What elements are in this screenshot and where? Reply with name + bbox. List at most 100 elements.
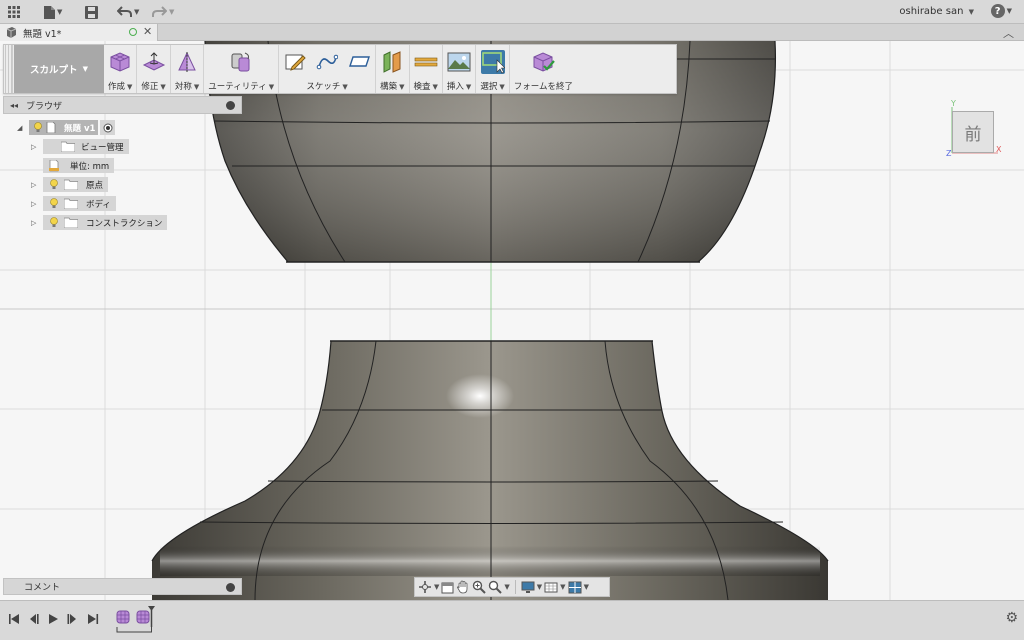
expanded-triangle-icon[interactable]: ◢ — [17, 124, 29, 132]
modify-menu[interactable]: 修正 ▼ — [137, 45, 171, 93]
tree-item-origin[interactable]: ▷ 原点 — [31, 177, 109, 192]
measure-icon — [414, 50, 438, 74]
zoom-icon — [473, 580, 487, 594]
folder-icon — [61, 141, 75, 152]
visibility-bulb-icon[interactable] — [32, 121, 44, 134]
play-button[interactable] — [47, 612, 59, 626]
pan-button[interactable] — [456, 579, 470, 595]
sketch-menu[interactable]: スケッチ ▼ — [279, 45, 377, 93]
user-menu[interactable]: oshirabe san ▼ — [899, 6, 974, 17]
chevron-up-icon[interactable]: ︿ — [1003, 25, 1014, 41]
component-icon — [6, 27, 17, 38]
save-icon — [85, 5, 98, 19]
tree-item-label: 無題 v1 — [64, 123, 96, 134]
toolbar-grip[interactable] — [5, 45, 13, 93]
view-cube-front-face[interactable]: 前 — [952, 111, 994, 153]
folder-icon — [64, 198, 78, 209]
chevron-down-icon: ▼ — [465, 83, 472, 91]
chevron-down-icon: ▼ — [434, 583, 440, 591]
help-button[interactable]: ? ▼ — [990, 4, 1012, 18]
online-status-icon — [129, 28, 137, 36]
navigation-bar: ▼ ▼ ▼ ▼ ▼ — [414, 577, 610, 597]
fit-button[interactable]: ▼ — [488, 579, 510, 595]
tree-item-root[interactable]: ◢ 無題 v1 — [17, 120, 116, 135]
visibility-bulb-icon[interactable] — [48, 178, 60, 191]
canvas-viewport[interactable]: Y X Z 前 — [0, 41, 1024, 600]
step-forward-button[interactable] — [67, 612, 79, 626]
save-button[interactable] — [85, 4, 98, 20]
chevron-down-icon: ▼ — [127, 83, 133, 91]
finish-form-button[interactable]: フォームを終了 — [510, 45, 577, 93]
tree-item-view-management[interactable]: ▷ ビュー管理 — [31, 139, 129, 154]
file-menu-button[interactable]: ▼ — [44, 4, 62, 20]
axis-x-label: X — [996, 145, 1002, 154]
view-cube[interactable]: Y X Z 前 — [946, 99, 1006, 159]
comments-panel-header[interactable]: コメント — [3, 578, 242, 595]
insert-menu[interactable]: 挿入 ▼ — [443, 45, 477, 93]
go-to-end-button[interactable] — [87, 612, 99, 626]
document-tab[interactable]: 無題 v1* ✕ — [0, 24, 158, 41]
user-name: oshirabe san — [899, 6, 964, 17]
construct-menu[interactable]: 構築 ▼ — [376, 45, 410, 93]
collapsed-triangle-icon[interactable]: ▷ — [31, 181, 43, 189]
chevron-down-icon: ▼ — [499, 83, 505, 91]
timeline-bar: ⚙ — [0, 600, 1024, 640]
workspace-switcher[interactable]: スカルプト ▼ — [14, 45, 104, 93]
pin-icon[interactable] — [226, 583, 235, 592]
symmetry-label: 対称 — [174, 82, 192, 92]
utility-label: ユーティリティ — [208, 82, 267, 92]
viewports-button[interactable]: ▼ — [568, 579, 589, 595]
view-cube-face-label: 前 — [964, 124, 982, 145]
spline-icon — [315, 50, 339, 74]
folder-icon — [64, 179, 78, 190]
pin-icon[interactable] — [226, 101, 235, 110]
go-to-start-button[interactable] — [8, 612, 20, 626]
tree-item-bodies[interactable]: ▷ ボディ — [31, 196, 116, 211]
collapse-panel-icon[interactable]: ◂◂ — [10, 101, 18, 110]
activate-radio-icon[interactable] — [100, 120, 116, 135]
insert-image-icon — [447, 50, 471, 74]
collapsed-triangle-icon[interactable]: ▷ — [31, 219, 43, 227]
select-menu[interactable]: 選択 ▼ — [476, 45, 510, 93]
chevron-down-icon: ▼ — [193, 83, 200, 91]
browser-panel-header[interactable]: ◂◂ ブラウザ — [3, 96, 242, 114]
tree-item-units[interactable]: 単位: mm — [43, 158, 115, 173]
step-back-button[interactable] — [27, 612, 39, 626]
chevron-down-icon: ▼ — [134, 8, 140, 16]
collapsed-triangle-icon[interactable]: ▷ — [31, 143, 43, 151]
step-back-icon — [30, 614, 39, 624]
look-at-button[interactable] — [441, 579, 454, 595]
comments-title: コメント — [24, 583, 61, 593]
redo-button[interactable]: ▼ — [152, 4, 174, 20]
utility-menu[interactable]: ユーティリティ ▼ — [204, 45, 280, 93]
document-icon — [46, 122, 56, 133]
symmetry-icon — [175, 50, 199, 74]
chevron-down-icon: ▼ — [169, 8, 175, 16]
display-settings-button[interactable]: ▼ — [521, 579, 542, 595]
orbit-button[interactable]: ▼ — [418, 579, 439, 595]
grid-settings-icon — [544, 582, 558, 592]
insert-label: 挿入 — [446, 82, 464, 92]
zoom-button[interactable] — [472, 579, 487, 595]
chevron-down-icon: ▼ — [536, 583, 543, 591]
timeline-settings-gear-icon[interactable]: ⚙ — [1005, 610, 1018, 626]
tree-item-construction[interactable]: ▷ コンストラクション — [31, 215, 168, 230]
create-menu[interactable]: 作成 ▼ — [104, 45, 138, 93]
sketch-label: スケッチ — [306, 82, 341, 92]
collapsed-triangle-icon[interactable]: ▷ — [31, 200, 43, 208]
close-tab-icon[interactable]: ✕ — [143, 25, 152, 38]
undo-button[interactable]: ▼ — [117, 4, 139, 20]
visibility-bulb-icon[interactable] — [48, 197, 60, 210]
visibility-bulb-icon[interactable] — [48, 216, 60, 229]
symmetry-menu[interactable]: 対称 ▼ — [171, 45, 205, 93]
inspect-menu[interactable]: 検査 ▼ — [410, 45, 443, 93]
rectangle-icon — [347, 50, 371, 74]
create-label: 作成 — [108, 82, 126, 92]
help-icon: ? — [990, 4, 1005, 18]
app-grid-icon[interactable] — [8, 4, 20, 20]
modify-label: 修正 — [141, 82, 159, 92]
undo-icon — [117, 6, 132, 17]
timeline-marker[interactable] — [115, 605, 157, 637]
chevron-down-icon: ▼ — [160, 83, 166, 91]
grid-settings-button[interactable]: ▼ — [544, 579, 566, 595]
